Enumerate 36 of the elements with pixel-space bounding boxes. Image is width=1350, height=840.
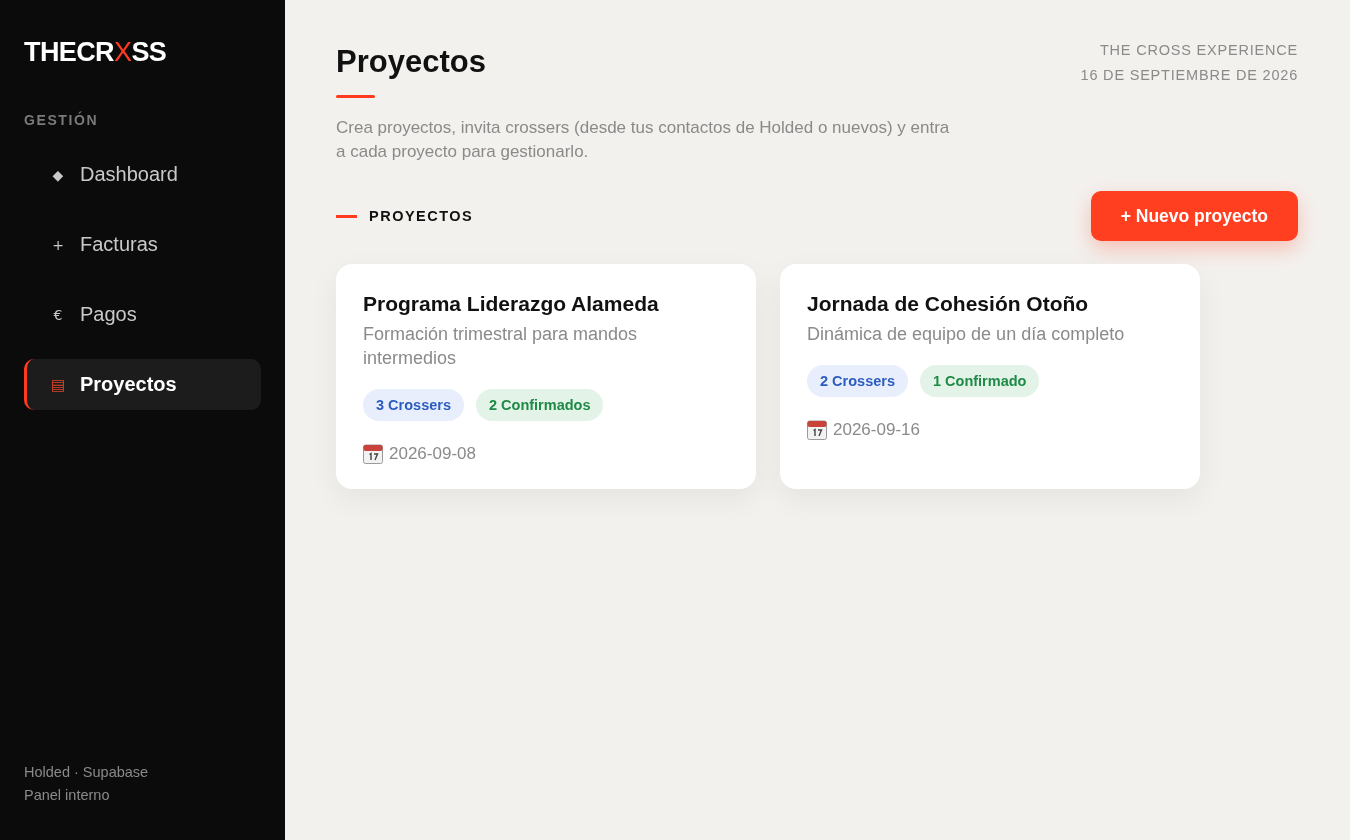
project-card[interactable]: Jornada de Cohesión Otoño Dinámica de equipo de un día completo 2 Crossers 1 Confirmado 2026-09-16 — [780, 264, 1200, 489]
sidebar-item[interactable]: ▤ Proyectos — [24, 359, 261, 410]
logo: THECRXSS — [24, 38, 167, 66]
new-project-button[interactable]: + Nuevo proyecto — [1090, 191, 1298, 241]
current-date: 16 DE SEPTIEMBRE DE 2026 — [1080, 66, 1298, 85]
project-description: Formación trimestral para mandos intermedios — [363, 323, 639, 370]
nav-icon: + — [50, 236, 66, 253]
footer-text: Panel interno — [24, 786, 110, 805]
count-badge: 2 Confirmados — [475, 389, 604, 421]
project-date: 2026-09-16 — [833, 420, 920, 440]
project-date: 2026-09-08 — [389, 444, 476, 464]
footer-text: Holded · Supabase — [24, 763, 149, 782]
calendar-icon — [807, 420, 827, 440]
section-label: GESTIÓN — [24, 112, 99, 128]
count-badge: 2 Crossers — [807, 365, 908, 397]
nav-icon: ▤ — [50, 375, 66, 394]
project-card[interactable]: Programa Liderazgo Alameda Formación trimestral para mandos intermedios 3 Crossers 2 Confirmados 2026-09-08 — [336, 264, 756, 489]
sidebar-item-label: Dashboard — [80, 163, 178, 186]
nav-icon: ◆ — [50, 166, 66, 183]
calendar-icon — [363, 444, 383, 464]
sidebar-item-label: Pagos — [80, 303, 137, 326]
sidebar-item[interactable]: € Pagos — [24, 289, 261, 340]
sidebar-item[interactable]: + Facturas — [24, 219, 261, 270]
sidebar-item-label: Proyectos — [80, 373, 177, 396]
section-title: PROYECTOS — [369, 208, 474, 224]
page-description: Crea proyectos, invita crossers (desde tus contactos de Holded o nuevos) y entra a cada proyecto para gestionarlo. — [336, 117, 951, 163]
project-title: Programa Liderazgo Alameda — [363, 291, 659, 317]
sidebar-item-label: Facturas — [80, 233, 158, 256]
nav-icon: € — [50, 306, 66, 323]
project-description: Dinámica de equipo de un día completo — [807, 323, 1125, 346]
project-title: Jornada de Cohesión Otoño — [807, 291, 1089, 317]
company-name: THE CROSS EXPERIENCE — [1099, 41, 1298, 60]
page-title: Proyectos — [336, 43, 486, 81]
count-badge: 3 Crossers — [363, 389, 464, 421]
count-badge: 1 Confirmado — [919, 365, 1040, 397]
sidebar-item[interactable]: ◆ Dashboard — [24, 149, 261, 200]
